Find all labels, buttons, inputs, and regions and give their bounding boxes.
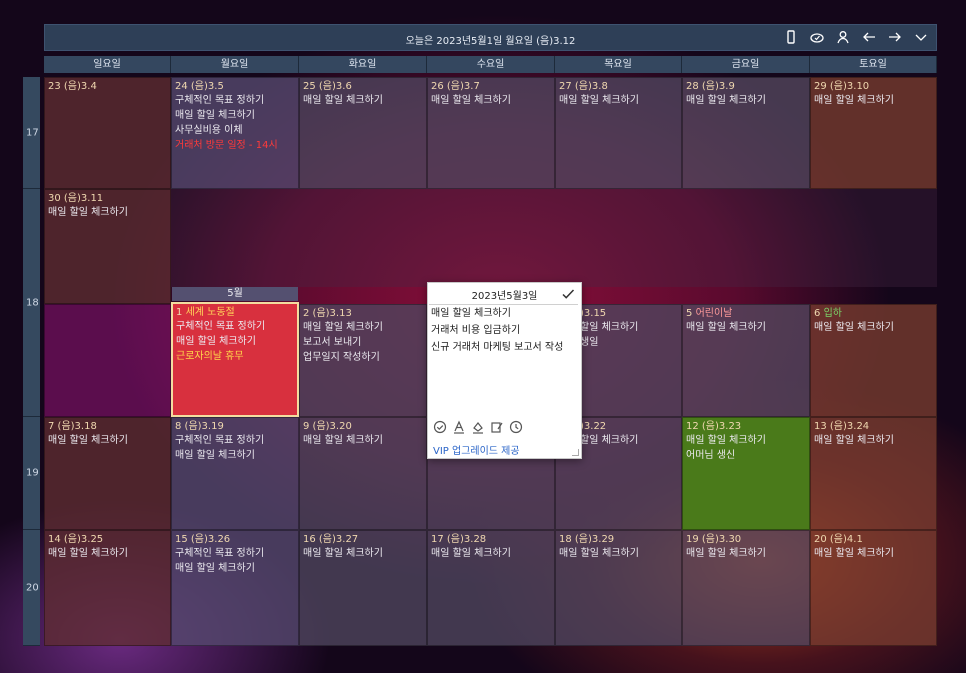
event[interactable]: 매일 할일 체크하기 xyxy=(175,561,295,576)
event[interactable]: 매일 할일 체크하기 xyxy=(303,546,423,561)
empty-area xyxy=(171,189,937,287)
day-cell-may-14[interactable]: 14 (음)3.25 매일 할일 체크하기 xyxy=(44,530,171,646)
day-cell-may-17[interactable]: 17 (음)3.28 매일 할일 체크하기 xyxy=(427,530,555,646)
user-icon[interactable] xyxy=(834,28,852,46)
check-circle-icon[interactable] xyxy=(432,419,448,435)
week-number: 18 xyxy=(23,189,40,417)
event[interactable]: 매일 할일 체크하기 xyxy=(303,93,423,108)
event[interactable]: 구체적인 목표 정하기 xyxy=(175,546,295,561)
event[interactable]: 매일 할일 체크하기 xyxy=(686,93,806,108)
day-cell-may-8[interactable]: 8 (음)3.19 구체적인 목표 정하기 매일 할일 체크하기 xyxy=(171,417,299,530)
event[interactable]: 매일 할일 체크하기 xyxy=(48,433,167,448)
event[interactable]: 매일 할일 체크하기 xyxy=(814,546,933,561)
event[interactable]: 업무일지 작성하기 xyxy=(303,350,423,365)
week-number: 20 xyxy=(23,530,40,646)
arrow-left-icon[interactable] xyxy=(860,28,878,46)
dow-thursday: 목요일 xyxy=(555,56,682,73)
day-cell-blank xyxy=(44,304,171,417)
edit-note-icon[interactable] xyxy=(489,419,505,435)
day-cell-may-2[interactable]: 2 (음)3.13 매일 할일 체크하기 보고서 보내기 업무일지 작성하기 xyxy=(299,304,427,417)
cloud-sync-icon[interactable] xyxy=(808,28,826,46)
day-cell-may-19[interactable]: 19 (음)3.30 매일 할일 체크하기 xyxy=(682,530,810,646)
fill-color-icon[interactable] xyxy=(470,419,486,435)
day-cell-apr-23[interactable]: 23 (음)3.4 xyxy=(44,77,171,189)
arrow-right-icon[interactable] xyxy=(886,28,904,46)
day-cell-may-15[interactable]: 15 (음)3.26 구체적인 목표 정하기 매일 할일 체크하기 xyxy=(171,530,299,646)
month-label: 5월 xyxy=(172,287,298,301)
day-cell-apr-29[interactable]: 29 (음)3.10 매일 할일 체크하기 xyxy=(810,77,937,189)
day-cell-may-13[interactable]: 13 (음)3.24 매일 할일 체크하기 xyxy=(810,417,937,530)
dow-monday: 월요일 xyxy=(171,56,299,73)
title-bar: 오늘은 2023년5월1일 월요일 (음)3.12 xyxy=(44,24,937,51)
day-cell-apr-25[interactable]: 25 (음)3.6 매일 할일 체크하기 xyxy=(299,77,427,189)
event[interactable]: 매일 할일 체크하기 xyxy=(48,546,167,561)
confirm-check-icon[interactable] xyxy=(559,285,577,303)
vip-upgrade-link[interactable]: VIP 업그레이드 제공 xyxy=(433,442,520,457)
day-edit-popup[interactable]: 2023년5월3일 매일 할일 체크하기 거래처 비용 입금하기 신규 거래처 … xyxy=(427,282,582,459)
day-cell-apr-27[interactable]: 27 (음)3.8 매일 할일 체크하기 xyxy=(555,77,682,189)
clock-icon[interactable] xyxy=(508,419,524,435)
event[interactable]: 어머님 생신 xyxy=(686,448,806,463)
event[interactable]: 생일 xyxy=(580,335,678,350)
event[interactable]: 매일 할일 체크하기 xyxy=(48,205,167,220)
popup-line: 거래처 비용 입금하기 xyxy=(431,325,521,336)
event[interactable]: 구체적인 목표 정하기 xyxy=(175,93,295,108)
event[interactable]: 매일 할일 체크하기 xyxy=(176,334,294,349)
phone-icon[interactable] xyxy=(782,28,800,46)
resize-grip[interactable] xyxy=(572,449,579,456)
week-number: 19 xyxy=(23,417,40,530)
event[interactable]: 매일 할일 체크하기 xyxy=(686,546,806,561)
day-cell-apr-28[interactable]: 28 (음)3.9 매일 할일 체크하기 xyxy=(682,77,810,189)
event[interactable]: 매일 할일 체크하기 xyxy=(431,546,551,561)
chevron-down-icon[interactable] xyxy=(912,28,930,46)
dow-saturday: 토요일 xyxy=(810,56,937,73)
dow-tuesday: 화요일 xyxy=(299,56,427,73)
popup-line: 매일 할일 체크하기 xyxy=(431,308,511,319)
event[interactable]: 매일 할일 체크하기 xyxy=(814,433,933,448)
event[interactable]: 매일 할일 체크하기 xyxy=(175,108,295,123)
event[interactable]: 매일 할일 체크하기 xyxy=(814,93,933,108)
event[interactable]: 구체적인 목표 정하기 xyxy=(176,319,294,334)
popup-text-editor[interactable]: 매일 할일 체크하기 거래처 비용 입금하기 신규 거래처 마케팅 보고서 작성 xyxy=(429,304,578,416)
text-color-icon[interactable] xyxy=(451,419,467,435)
event[interactable]: 매일 할일 체크하기 xyxy=(559,546,678,561)
day-cell-apr-30[interactable]: 30 (음)3.11 매일 할일 체크하기 xyxy=(44,189,171,304)
day-cell-may-5[interactable]: 5 어린이날 매일 할일 체크하기 xyxy=(682,304,810,417)
event[interactable]: 할일 체크하기 xyxy=(580,320,678,335)
event[interactable]: 할일 체크하기 xyxy=(580,433,678,448)
day-cell-may-12[interactable]: 12 (음)3.23 매일 할일 체크하기 어머님 생신 xyxy=(682,417,810,530)
day-cell-may-20[interactable]: 20 (음)4.1 매일 할일 체크하기 xyxy=(810,530,937,646)
day-cell-may-6[interactable]: 6 입하 매일 할일 체크하기 xyxy=(810,304,937,417)
day-cell-may-16[interactable]: 16 (음)3.27 매일 할일 체크하기 xyxy=(299,530,427,646)
event[interactable]: 근로자의날 휴무 xyxy=(176,349,294,364)
event[interactable]: 매일 할일 체크하기 xyxy=(303,320,423,335)
day-cell-may-1[interactable]: 1 세계 노동절 구체적인 목표 정하기 매일 할일 체크하기 근로자의날 휴무 xyxy=(171,302,299,417)
day-cell-may-9[interactable]: 9 (음)3.20 매일 할일 체크하기 xyxy=(299,417,427,530)
week-number: 17 xyxy=(23,77,40,189)
event[interactable]: 거래처 방문 일정 - 14시 xyxy=(175,138,295,153)
event[interactable]: 매일 할일 체크하기 xyxy=(175,448,295,463)
event[interactable]: 매일 할일 체크하기 xyxy=(303,433,423,448)
event[interactable]: 사무실비용 이체 xyxy=(175,123,295,138)
event[interactable]: 구체적인 목표 정하기 xyxy=(175,433,295,448)
event[interactable]: 매일 할일 체크하기 xyxy=(559,93,678,108)
event[interactable]: 매일 할일 체크하기 xyxy=(431,93,551,108)
dow-sunday: 일요일 xyxy=(44,56,171,73)
dow-wednesday: 수요일 xyxy=(427,56,555,73)
popup-line: 신규 거래처 마케팅 보고서 작성 xyxy=(431,342,564,353)
event[interactable]: 보고서 보내기 xyxy=(303,335,423,350)
day-cell-apr-24[interactable]: 24 (음)3.5 구체적인 목표 정하기 매일 할일 체크하기 사무실비용 이… xyxy=(171,77,299,189)
event[interactable]: 매일 할일 체크하기 xyxy=(686,320,806,335)
dow-friday: 금요일 xyxy=(682,56,810,73)
event[interactable]: 매일 할일 체크하기 xyxy=(686,433,806,448)
day-cell-may-18[interactable]: 18 (음)3.29 매일 할일 체크하기 xyxy=(555,530,682,646)
event[interactable]: 매일 할일 체크하기 xyxy=(814,320,933,335)
day-cell-may-7[interactable]: 7 (음)3.18 매일 할일 체크하기 xyxy=(44,417,171,530)
day-cell-apr-26[interactable]: 26 (음)3.7 매일 할일 체크하기 xyxy=(427,77,555,189)
